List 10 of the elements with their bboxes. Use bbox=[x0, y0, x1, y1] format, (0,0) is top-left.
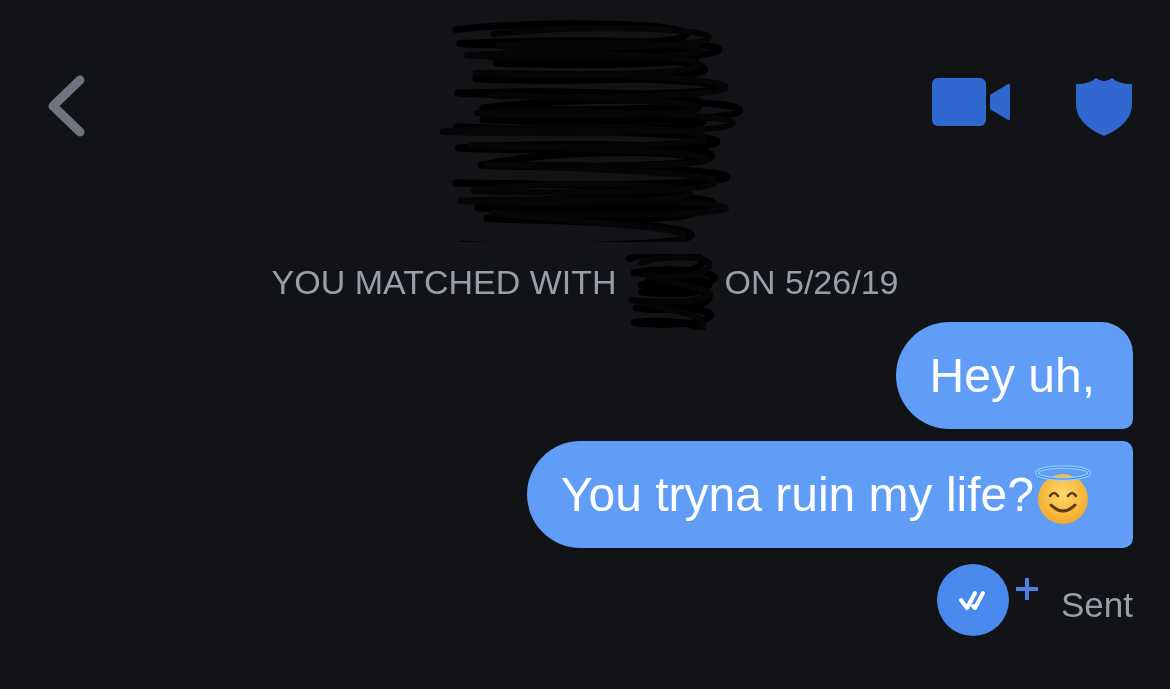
message-text: Hey uh, bbox=[929, 347, 1095, 404]
video-camera-icon[interactable] bbox=[932, 78, 1010, 126]
plus-icon[interactable] bbox=[1015, 577, 1039, 601]
match-notice-text: ON 5/26/19 bbox=[724, 262, 899, 303]
shield-icon[interactable] bbox=[1076, 78, 1132, 136]
match-notice-text: YOU MATCHED WITH bbox=[271, 262, 617, 303]
double-check-icon bbox=[937, 564, 1009, 636]
halo-smiley-icon bbox=[1034, 464, 1092, 525]
status-text: Sent bbox=[1061, 585, 1133, 625]
message-text: You tryna ruin my life? bbox=[560, 466, 1034, 523]
